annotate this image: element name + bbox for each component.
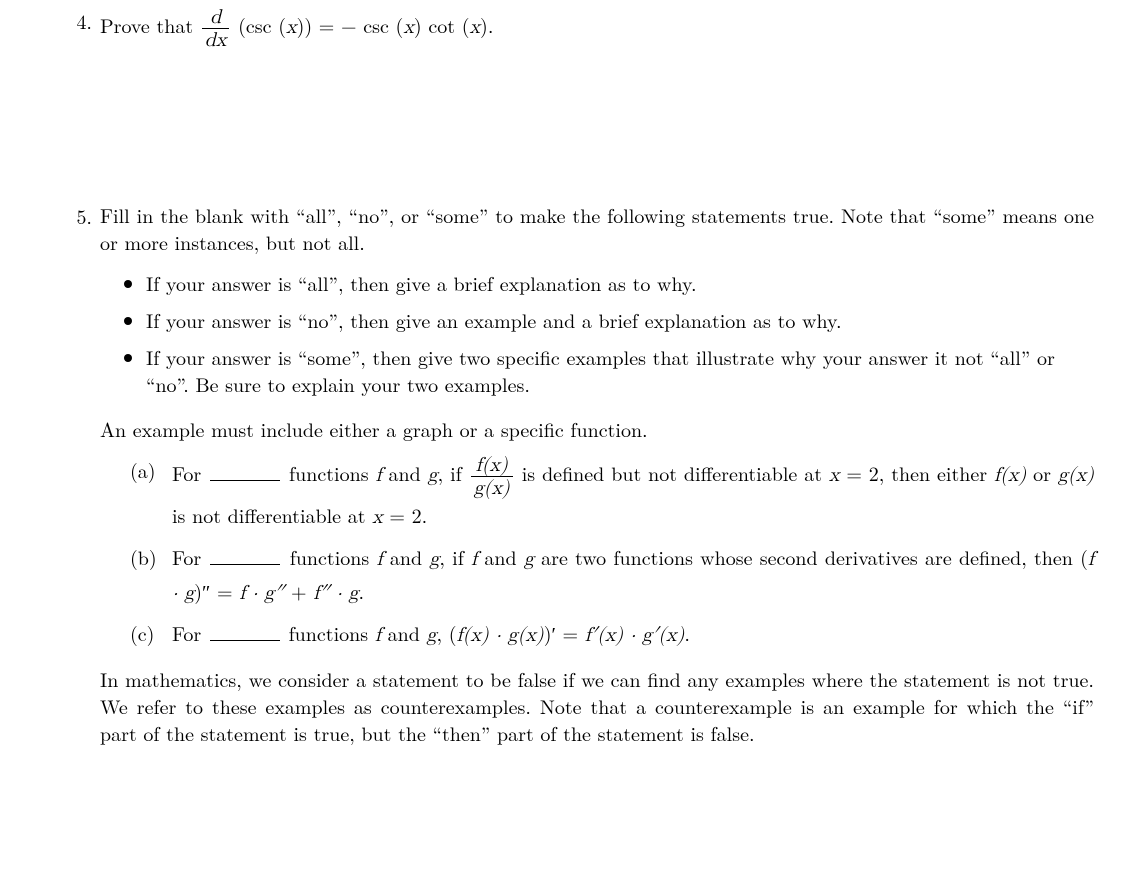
p5-bullet-2: If your answer is “no”, then give an exa…	[146, 306, 1094, 333]
p4-lead: Prove that	[100, 10, 200, 39]
p5b-g: g	[429, 549, 439, 569]
blank-b	[210, 546, 280, 565]
p4-x3: x	[469, 17, 480, 37]
p5c-t3: , (	[437, 618, 457, 647]
p5-b-body: For functions f and g, if f and g are tw…	[172, 541, 1094, 609]
p5a-t4: is defined but not differentiable at	[522, 458, 829, 487]
p5-part-b: (b) For functions f and g, if f and g ar…	[130, 541, 1094, 609]
blank-a	[210, 462, 280, 481]
p5b-and2: and	[477, 542, 524, 571]
p5a-t6: = 2.	[383, 500, 427, 529]
p5-part-a: (a) For functions f and g, if f(x) g(x) …	[130, 454, 1094, 533]
p5-example-note: An example must include either a graph o…	[100, 415, 1094, 442]
p5c-rhs: f′(x) · g′(x)	[585, 625, 685, 645]
p4-mid2: )	[414, 10, 428, 39]
p5b-rhs2: f″ · g	[313, 583, 358, 603]
p4-x1: x	[286, 17, 297, 37]
fraction-fx-gx: f(x) g(x)	[471, 454, 513, 499]
p5b-rhs1: f · g″	[239, 583, 284, 603]
p5-bullet-3: If your answer is “some”, then give two …	[146, 343, 1094, 397]
p5b-and: and	[383, 542, 430, 571]
p5b-g2: g	[524, 549, 534, 569]
p5a-t2: functions	[282, 458, 375, 487]
p5c-lhs: f(x) · g(x)	[457, 625, 544, 645]
p4-lp1: (	[272, 10, 286, 39]
p5-b-label: (b)	[130, 541, 172, 609]
p5c-g: g	[427, 625, 437, 645]
p5b-plus: +	[284, 576, 313, 605]
problem-5-body: Fill in the blank with “all”, “no”, or “…	[100, 201, 1094, 746]
p5b-t1: For	[172, 542, 208, 571]
problem-4: 4. Prove that d dx (csc (x)) = − csc (x)…	[50, 6, 1094, 51]
p5a-eq: = 2, then either	[839, 458, 994, 487]
blank-c	[210, 622, 280, 641]
p5-part-c: (c) For functions f and g, (f(x) · g(x))…	[130, 617, 1094, 651]
p5a-t1: For	[172, 458, 208, 487]
fraction-d-dx: d dx	[202, 6, 230, 51]
problem-5: 5. Fill in the blank with “all”, “no”, o…	[50, 201, 1094, 746]
p5-c-label: (c)	[130, 617, 172, 651]
p5c-t5: .	[684, 618, 690, 647]
p5c-t2: functions	[282, 618, 375, 647]
p5a-and: and	[382, 458, 428, 487]
p4-x2: x	[403, 17, 414, 37]
p4-cot: cot	[428, 10, 455, 39]
p5-a-body: For functions f and g, if f(x) g(x) is d…	[172, 454, 1094, 533]
p5-bullet-list: If your answer is “all”, then give a bri…	[100, 269, 1094, 397]
p5-intro: Fill in the blank with “all”, “no”, or “…	[100, 201, 1094, 255]
p4-csc2: csc	[363, 10, 389, 39]
frac-top-fx: f(x)	[471, 454, 513, 477]
p5-footnote: In mathematics, we consider a statement …	[100, 665, 1094, 746]
p5-bullet-1: If your answer is “all”, then give a bri…	[146, 269, 1094, 296]
p4-lp2: (	[389, 10, 403, 39]
p5a-or: or	[1026, 458, 1058, 487]
p5b-t2: functions	[282, 542, 376, 571]
p4-lp3: (	[455, 10, 469, 39]
p4-end: ).	[480, 10, 493, 39]
p5-a-label: (a)	[130, 454, 172, 533]
frac-bot-gx: g(x)	[471, 477, 513, 499]
p5c-t4: )′ =	[544, 618, 585, 647]
frac-bottom: dx	[202, 29, 230, 51]
problem-4-body: Prove that d dx (csc (x)) = − csc (x) co…	[100, 6, 1094, 51]
p5a-x1: x	[829, 465, 840, 485]
frac-top: d	[202, 6, 230, 29]
p5a-fx: f(x)	[994, 465, 1026, 485]
p5b-t4: are two functions whose second derivativ…	[534, 542, 1088, 571]
p5b-t6: .	[358, 576, 364, 605]
p5a-t5: is not differentiable at	[172, 500, 372, 529]
p4-mid1: )) = −	[297, 10, 364, 39]
p5b-t5: )″ =	[194, 576, 239, 605]
p4-csc1: csc	[246, 10, 272, 39]
p5c-t1: For	[172, 618, 208, 647]
p5-subparts: (a) For functions f and g, if f(x) g(x) …	[100, 454, 1094, 651]
p5a-t3: , if	[438, 458, 469, 487]
p5a-x2: x	[372, 507, 383, 527]
p4-open: (	[238, 10, 246, 39]
p5c-and: and	[381, 618, 427, 647]
problem-5-number: 5.	[50, 201, 100, 746]
p5b-t3: , if	[439, 542, 471, 571]
p5-c-body: For functions f and g, (f(x) · g(x))′ = …	[172, 617, 1094, 651]
p5a-gx: g(x)	[1058, 465, 1094, 485]
p5a-g: g	[428, 465, 438, 485]
problem-4-number: 4.	[50, 6, 100, 51]
